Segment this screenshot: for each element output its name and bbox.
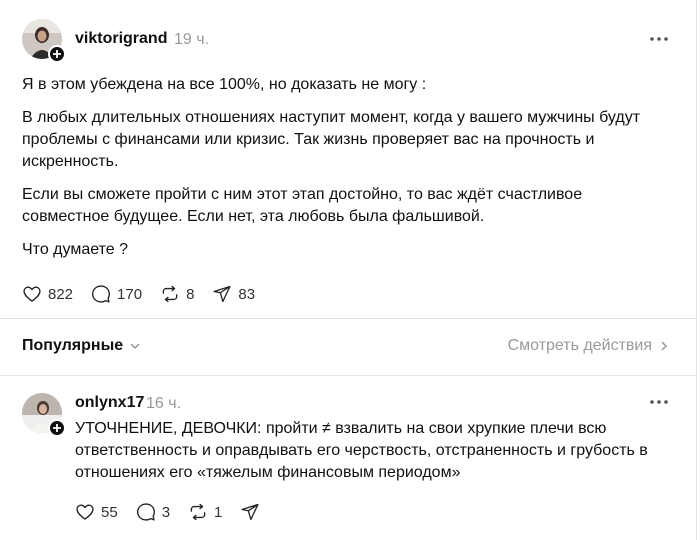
post-paragraph: Что думаете ? xyxy=(22,241,128,258)
reply-body: УТОЧНЕНИЕ, ДЕВОЧКИ: пройти ≠ взвалить на… xyxy=(75,420,648,481)
view-activity-link[interactable]: Смотреть действия xyxy=(508,337,670,355)
more-options-icon[interactable] xyxy=(649,399,669,405)
chevron-down-icon xyxy=(130,343,140,350)
like-count: 55 xyxy=(101,503,118,521)
like-count: 822 xyxy=(48,285,74,303)
divider xyxy=(0,318,697,319)
share-count: 83 xyxy=(238,285,256,303)
reply-count: 3 xyxy=(161,503,171,521)
sort-label: Популярные xyxy=(22,337,124,354)
reply-author-avatar[interactable] xyxy=(22,393,66,437)
view-activity-label: Смотреть действия xyxy=(507,337,652,354)
author-avatar[interactable] xyxy=(22,19,66,63)
reply-username[interactable]: onlynx17 xyxy=(75,394,144,412)
sort-dropdown[interactable]: Популярные xyxy=(22,337,141,355)
post-timestamp: 19 ч. xyxy=(174,31,210,48)
post-paragraph: Если вы сможете пройти с ним этот этап д… xyxy=(22,186,583,225)
reply-count: 170 xyxy=(117,285,143,303)
heart-icon xyxy=(23,286,41,302)
follow-plus-icon[interactable] xyxy=(48,419,66,437)
post-paragraph: Я в этом убеждена на все 100%, но доказа… xyxy=(22,76,427,93)
chevron-right-icon xyxy=(661,341,668,351)
share-icon xyxy=(241,503,259,521)
sort-bar: Популярные Смотреть действия xyxy=(22,337,670,359)
repost-count: 1 xyxy=(214,503,223,521)
repost-button[interactable]: 1 xyxy=(188,502,222,522)
thread-frame: viktorigrand 19 ч. Я в этом убеждена на … xyxy=(0,0,697,540)
more-options-icon[interactable] xyxy=(649,36,669,42)
heart-icon xyxy=(76,504,94,520)
main-post: viktorigrand 19 ч. Я в этом убеждена на … xyxy=(0,0,697,318)
reply-post: onlynx17 16 ч. УТОЧНЕНИЕ, ДЕВОЧКИ: пройт… xyxy=(0,376,697,540)
author-username[interactable]: viktorigrand xyxy=(75,30,167,48)
post-paragraph: В любых длительных отношениях наступит м… xyxy=(22,109,641,170)
post-body: Я в этом убеждена на все 100%, но доказа… xyxy=(22,74,652,272)
follow-plus-icon[interactable] xyxy=(48,45,66,63)
share-button[interactable]: 83 xyxy=(212,284,255,304)
share-icon xyxy=(213,285,231,303)
repost-icon xyxy=(162,285,178,303)
post-actions: 822 170 8 83 xyxy=(22,283,273,305)
comment-icon xyxy=(136,503,155,521)
like-button[interactable]: 822 xyxy=(22,284,73,304)
repost-icon xyxy=(190,503,206,521)
share-button[interactable] xyxy=(240,502,260,522)
reply-actions: 55 3 1 xyxy=(75,501,278,523)
reply-button[interactable]: 3 xyxy=(136,502,170,522)
repost-button[interactable]: 8 xyxy=(160,284,194,304)
reply-timestamp: 16 ч. xyxy=(146,395,182,412)
reply-button[interactable]: 170 xyxy=(91,284,142,304)
repost-count: 8 xyxy=(186,285,195,303)
like-button[interactable]: 55 xyxy=(75,502,118,522)
comment-icon xyxy=(92,285,111,303)
